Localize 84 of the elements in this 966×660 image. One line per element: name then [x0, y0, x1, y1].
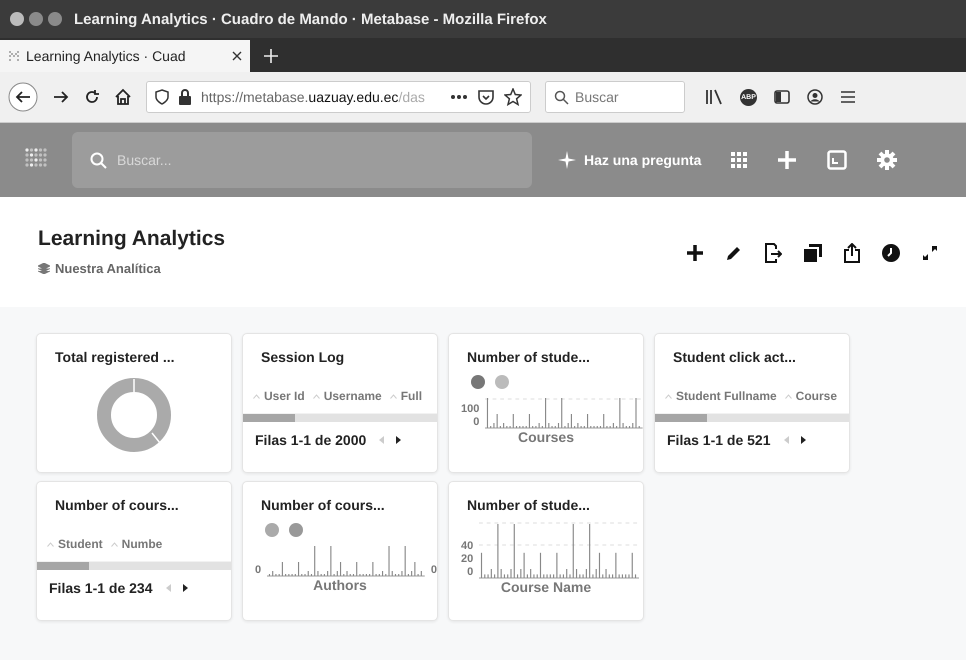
duplicate-icon[interactable] — [804, 244, 822, 262]
browser-tab[interactable]: Learning Analytics · Cuad — [0, 40, 250, 72]
address-bar[interactable]: https://metabase.uazuay.edu.ec/das — [146, 81, 531, 113]
back-icon[interactable] — [8, 82, 38, 112]
column-header[interactable]: Student Fullname — [676, 389, 777, 403]
column-header[interactable]: Numbe — [122, 537, 162, 551]
axis-tick-label: 40 — [461, 540, 474, 553]
column-header[interactable]: Course — [796, 389, 838, 403]
axis-title: Courses — [516, 429, 576, 445]
sort-caret-icon — [47, 542, 54, 546]
card-title[interactable]: Number of stude... — [449, 482, 643, 513]
scrollbar-thumb[interactable] — [655, 414, 708, 422]
card-title[interactable]: Session Log — [243, 334, 437, 365]
legend-dot[interactable] — [265, 523, 279, 537]
search-icon — [90, 152, 107, 168]
ask-question-button[interactable]: Haz una pregunta — [558, 151, 702, 169]
scrollbar-thumb[interactable] — [243, 414, 296, 422]
card-title[interactable]: Total registered ... — [37, 334, 231, 365]
sort-caret-icon — [110, 542, 118, 546]
shield-icon — [155, 89, 169, 105]
row-count: Filas 1-1 de 234 — [49, 580, 153, 596]
terminal-icon[interactable] — [827, 150, 848, 170]
close-icon[interactable] — [232, 51, 242, 61]
dashboard-title: Learning Analytics — [38, 227, 226, 251]
fullscreen-icon[interactable] — [922, 245, 938, 261]
share-icon[interactable] — [844, 243, 860, 263]
axis-title: Course Name — [500, 579, 592, 595]
legend-dot[interactable] — [289, 523, 303, 537]
new-tab-icon[interactable] — [264, 49, 278, 63]
card-title[interactable]: Number of cours... — [37, 482, 231, 513]
close-window-button[interactable] — [10, 12, 24, 26]
pencil-icon[interactable] — [726, 245, 742, 261]
card-title[interactable]: Number of cours... — [243, 482, 437, 513]
sort-caret-icon — [665, 394, 672, 398]
sort-caret-icon — [784, 394, 792, 398]
column-header[interactable]: User Id — [264, 389, 305, 403]
next-page-icon[interactable] — [800, 435, 807, 445]
axis-tick-label: 20 — [461, 553, 474, 566]
axis-tick-label: 0 — [467, 566, 474, 579]
row-count: Filas 1-1 de 2000 — [255, 432, 366, 448]
next-page-icon[interactable] — [182, 583, 189, 593]
clock-icon[interactable] — [882, 244, 900, 262]
plus-icon[interactable] — [777, 150, 798, 170]
more-icon[interactable] — [450, 94, 468, 100]
card-title[interactable]: Student click act... — [655, 334, 849, 365]
star-icon[interactable] — [504, 88, 522, 106]
sort-caret-icon — [312, 394, 320, 398]
card-title[interactable]: Number of stude... — [449, 334, 643, 365]
axis-tick-label: 0 — [473, 416, 480, 429]
next-page-icon[interactable] — [396, 435, 402, 445]
maximize-window-button[interactable] — [48, 12, 62, 26]
axis-tick-label: 100 — [461, 403, 480, 416]
favicon-icon — [8, 50, 20, 62]
column-header[interactable]: Full — [400, 389, 422, 403]
scrollbar-thumb[interactable] — [37, 562, 90, 570]
menu-icon[interactable] — [840, 90, 856, 104]
add-icon[interactable] — [686, 244, 704, 262]
collection-link[interactable]: Nuestra Analítica — [55, 261, 161, 276]
sort-caret-icon — [253, 394, 260, 398]
export-icon[interactable] — [764, 243, 782, 263]
sidebar-icon[interactable] — [774, 89, 790, 105]
axis-tick-label: 0 — [430, 564, 437, 577]
grid-icon[interactable] — [731, 152, 748, 168]
window-title: Learning Analytics · Cuadro de Mando · Metabase - Mozilla Firefox — [74, 10, 547, 28]
legend-dot[interactable] — [495, 375, 509, 389]
axis-tick-label: 0 — [255, 564, 262, 577]
reload-icon[interactable] — [84, 89, 100, 105]
lock-icon — [178, 89, 192, 105]
library-icon[interactable] — [705, 89, 723, 105]
collection-icon[interactable] — [38, 263, 50, 274]
search-icon — [554, 90, 569, 104]
minimize-window-button[interactable] — [29, 12, 43, 26]
account-icon[interactable] — [807, 89, 823, 105]
home-icon[interactable] — [114, 88, 132, 106]
column-header[interactable]: Student — [58, 537, 103, 551]
sparkle-icon — [558, 151, 576, 169]
browser-search-field[interactable]: Buscar — [545, 81, 685, 113]
axis-title: Authors — [312, 577, 368, 593]
legend-dot[interactable] — [471, 375, 485, 389]
row-count: Filas 1-1 de 521 — [667, 432, 771, 448]
settings-icon[interactable] — [877, 150, 898, 170]
column-header[interactable]: Username — [324, 389, 382, 403]
pocket-icon[interactable] — [477, 88, 495, 106]
sort-caret-icon — [390, 394, 397, 398]
